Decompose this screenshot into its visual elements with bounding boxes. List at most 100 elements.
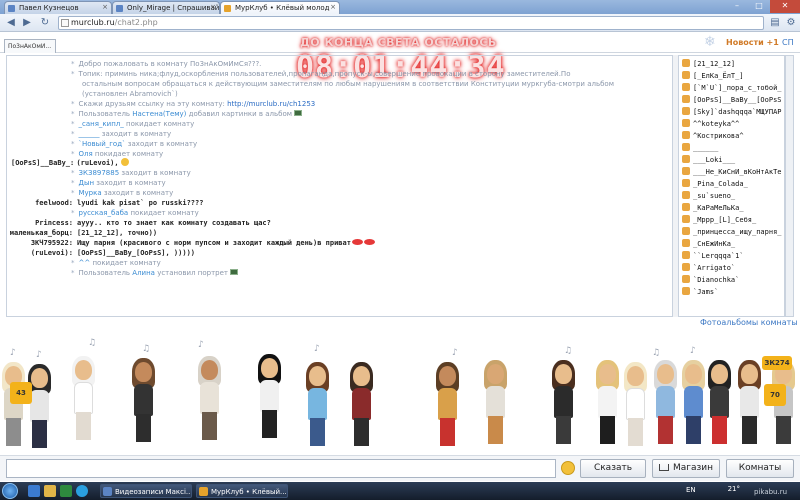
rooms-button[interactable]: Комнаты	[726, 459, 794, 478]
user-icon	[682, 215, 690, 223]
room-link[interactable]: http://murclub.ru/ch1253	[227, 100, 315, 108]
message-input[interactable]	[6, 459, 556, 478]
user-list-item[interactable]: `Dianochka`	[682, 274, 739, 286]
start-icon[interactable]	[2, 483, 18, 499]
explorer-icon[interactable]	[28, 485, 40, 497]
photo-albums-link[interactable]: Фотоальбомы комнаты	[700, 318, 798, 327]
user-list-item[interactable]: _Мррр_[L]_Себя_	[682, 214, 756, 226]
message-author[interactable]: ЗКЧ795922:	[7, 238, 73, 248]
user-nick[interactable]: Дын	[79, 179, 95, 187]
message-author[interactable]: Princess:	[7, 218, 73, 228]
minimize-icon[interactable]: –	[726, 0, 748, 13]
user-nick[interactable]: ЗКЗ897885	[79, 169, 120, 177]
user-icon	[682, 287, 690, 295]
music-note-icon: ♫	[142, 344, 151, 354]
tab-murclub[interactable]: МурКлуб • Клёвый молод ×	[220, 1, 340, 14]
taskbar-item[interactable]: Видеозаписи Максі...	[100, 484, 192, 498]
wrench-icon[interactable]: ⚙	[784, 16, 798, 30]
user-list-item[interactable]: `Jams`	[682, 286, 718, 298]
star-icon: *	[71, 169, 75, 177]
user-list-item[interactable]: ___Loki___	[682, 154, 735, 166]
user-nick[interactable]: `Новый_год`	[79, 140, 126, 148]
title-bar: Павел Кузнецов × Only_Mirage | Спрашивай ×…	[0, 0, 800, 14]
user-nick[interactable]: Алина	[132, 269, 155, 277]
user-icon	[682, 131, 690, 139]
user-icon	[682, 71, 690, 79]
music-note-icon: ♪	[314, 344, 320, 354]
close-window-icon[interactable]: ✕	[770, 0, 800, 13]
user-icon	[682, 107, 690, 115]
message-author[interactable]: (ruLevoi):	[7, 248, 73, 258]
user-nick[interactable]: Настена(Тему)	[132, 110, 186, 118]
user-list-scrollbar[interactable]	[785, 55, 794, 317]
user-list-item[interactable]: [21_12_12]	[682, 58, 735, 70]
user-list-item[interactable]: _КаРаМеЛьКа_	[682, 202, 744, 214]
language-indicator[interactable]: EN	[686, 486, 696, 494]
user-list-item[interactable]: [_ЕлКа_ЁлТ_]	[682, 70, 744, 82]
media-icon[interactable]	[60, 485, 72, 497]
room-tab[interactable]: По3нАкОмИ...	[4, 39, 56, 53]
message-author[interactable]: [OoPsS]__BaBy_:	[11, 159, 74, 167]
user-list-item[interactable]: [OoPsS]__BaBy__[OoPsS	[682, 94, 782, 106]
user-list-item[interactable]: _Pina_Colada_	[682, 178, 748, 190]
user-nick[interactable]: ^^	[79, 259, 91, 267]
user-nick[interactable]: Мурка	[79, 189, 102, 197]
back-icon[interactable]: ◀	[4, 16, 18, 30]
tab-pavel[interactable]: Павел Кузнецов ×	[4, 1, 112, 14]
tray-clock[interactable]: 21°	[728, 485, 740, 493]
user-icon	[682, 167, 690, 175]
url-path: /chat2.php	[114, 18, 158, 27]
message-author[interactable]: маленькая_борц:	[7, 228, 73, 238]
user-nick[interactable]: Оля	[79, 150, 93, 158]
say-button[interactable]: Сказать	[580, 459, 646, 478]
sp-link[interactable]: СП	[782, 38, 794, 47]
chat-log[interactable]: * Добро пожаловать в комнату По3нАкОмИмСя…	[6, 55, 673, 317]
user-nick[interactable]: ______	[79, 130, 100, 138]
picture-icon[interactable]	[294, 110, 303, 116]
close-icon[interactable]: ×	[330, 3, 336, 11]
maximize-icon[interactable]: □	[748, 0, 770, 13]
chat-line: * Скажи друзьям ссылку на эту комнату: ht…	[71, 100, 316, 108]
message-text: Ищу парня (красивого с норм пупсом и зах…	[77, 239, 351, 247]
user-list-item[interactable]: ______	[682, 142, 718, 154]
skype-icon[interactable]	[76, 485, 88, 497]
chat-line: * Мурка заходит в комнату	[71, 189, 174, 197]
close-icon[interactable]: ×	[102, 3, 108, 11]
reload-icon[interactable]: ↻	[38, 16, 52, 30]
folder-icon[interactable]	[44, 485, 56, 497]
tab-label: МурКлуб • Клёвый молод	[235, 4, 330, 12]
kiss-icon	[363, 239, 375, 245]
user-list-item[interactable]: ___Не_КиСнИ_вКоНтАкТе	[682, 166, 782, 178]
user-list-item[interactable]: `Arrigato`	[682, 262, 735, 274]
user-list-item[interactable]: ^^koteyka^^	[682, 118, 739, 130]
news-link[interactable]: Новости +1	[726, 38, 779, 47]
user-list-item[interactable]: ``Lerqqqa`1`	[682, 250, 744, 262]
picture-icon[interactable]	[230, 269, 239, 275]
message-author[interactable]: feelwood:	[7, 198, 73, 208]
star-icon: *	[71, 120, 75, 128]
address-bar[interactable]: murclub.ru/chat2.php	[58, 16, 764, 30]
chat-line: * ______ заходит в комнату	[71, 130, 172, 138]
star-icon: *	[71, 259, 75, 267]
user-list-item[interactable]: _принцесса_ищу_парня_	[682, 226, 782, 238]
user-list-item[interactable]: [`M`U`]_пора_с_тобой_	[682, 82, 782, 94]
user-nick[interactable]: русская_баба	[79, 209, 129, 217]
smiley-picker-icon[interactable]	[561, 461, 575, 475]
snowflake-icon: ❄	[704, 34, 716, 50]
user-nick[interactable]: _саня_кипл_	[79, 120, 124, 128]
taskbar-item[interactable]: МурКлуб • Клёвый...	[196, 484, 288, 498]
chat-message: [OoPsS]__BaBy_: (ruLevoi),	[11, 158, 611, 168]
user-list-item[interactable]: _СнЕжИнКа_	[682, 238, 735, 250]
user-list-item[interactable]: _su`sueno_	[682, 190, 735, 202]
shop-button[interactable]: Магазин	[652, 459, 720, 478]
forward-icon[interactable]: ▶	[20, 16, 34, 30]
watermark: pikabu.ru	[754, 488, 788, 496]
close-icon[interactable]: ×	[210, 3, 216, 11]
user-icon	[682, 59, 690, 67]
tab-only-mirage[interactable]: Only_Mirage | Спрашивай ×	[112, 1, 220, 14]
user-list-item[interactable]: ^Кострикова^	[682, 130, 744, 142]
chat-line: * ЗКЗ897885 заходит в комнату	[71, 169, 191, 177]
user-icon	[682, 227, 690, 235]
page-menu-icon[interactable]: ▤	[768, 16, 782, 30]
user-list-item[interactable]: [Sky]`dashqqqa`МЩУПАР	[682, 106, 782, 118]
